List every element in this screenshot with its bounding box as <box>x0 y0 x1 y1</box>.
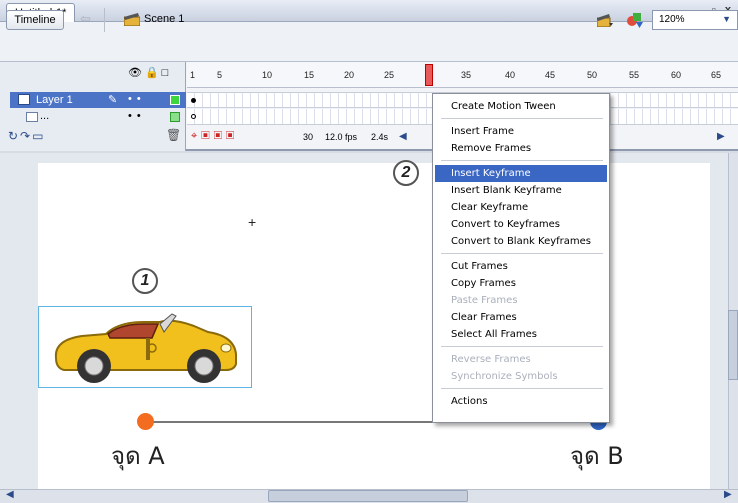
menu-item-remove-frames[interactable]: Remove Frames <box>435 140 607 157</box>
menu-item-convert-to-blank-keyframes[interactable]: Convert to Blank Keyframes <box>435 233 607 250</box>
add-layer-icons[interactable]: ↻↷▭ <box>8 129 45 143</box>
frame-context-menu: Create Motion Tween Insert Frame Remove Fr… <box>432 93 610 423</box>
point-a-label: จุด A <box>111 442 165 470</box>
layer-name: ... <box>40 110 50 122</box>
edit-scene-icon[interactable] <box>597 13 613 27</box>
menu-item-insert-frame[interactable]: Insert Frame <box>435 123 607 140</box>
layer-panel: 👁🔒□ Layer 1 ✎ •• ... •• ↻↷▭ 🗑 <box>0 62 186 151</box>
ruler-tick-label: 40 <box>505 70 516 80</box>
menu-item-synchronize-symbols: Synchronize Symbols <box>451 371 558 382</box>
scene-label[interactable]: Scene 1 <box>144 13 184 25</box>
chevron-down-icon: ▼ <box>722 14 731 24</box>
menu-item-actions[interactable]: Actions <box>435 393 607 410</box>
menu-item-paste-frames: Paste Frames <box>451 295 518 306</box>
menu-item-insert-keyframe[interactable]: Insert Keyframe <box>435 165 607 182</box>
registration-crosshair-icon: + <box>248 214 257 230</box>
layer-name: Layer 1 <box>36 94 73 106</box>
edit-symbols-icon[interactable] <box>626 11 644 29</box>
layer-icon <box>18 94 30 105</box>
step-callout-1: 1 <box>132 268 158 294</box>
menu-item-cut-frames[interactable]: Cut Frames <box>435 258 607 275</box>
scroll-right-icon[interactable]: ▶ <box>717 131 725 142</box>
scene-clapper-icon <box>124 13 140 26</box>
toolbar-divider <box>104 8 105 32</box>
ruler-tick-label: 45 <box>545 70 556 80</box>
menu-item-insert-blank-keyframe[interactable]: Insert Blank Keyframe <box>435 182 607 199</box>
layer-header-icons[interactable]: 👁🔒□ <box>128 66 171 79</box>
layer-visibility-dots[interactable]: •• <box>128 110 146 122</box>
frame-rate[interactable]: 12.0 fps <box>325 132 357 142</box>
menu-separator <box>441 118 603 119</box>
layer-row-layer-1[interactable]: Layer 1 ✎ •• <box>10 92 186 108</box>
blank-keyframe-marker[interactable] <box>191 114 196 119</box>
point-a-marker <box>137 413 154 430</box>
menu-separator <box>441 253 603 254</box>
menu-item-reverse-frames: Reverse Frames <box>451 354 531 365</box>
ruler-tick-label: 1 <box>190 70 196 80</box>
scroll-left-arrow-icon[interactable]: ◀ <box>6 489 14 500</box>
layer-visibility-dots[interactable]: •• <box>128 93 146 105</box>
layer-outline-color[interactable] <box>170 95 180 105</box>
scroll-right-arrow-icon[interactable]: ▶ <box>724 489 732 500</box>
menu-item-create-motion-tween[interactable]: Create Motion Tween <box>435 98 607 115</box>
ruler-tick-label: 35 <box>461 70 472 80</box>
layer-icon <box>26 112 38 122</box>
zoom-value: 120% <box>659 14 685 25</box>
ruler-tick-label: 20 <box>344 70 355 80</box>
frame-ruler[interactable]: 1 5 10 15 20 25 35 40 45 50 55 60 65 <box>187 62 738 88</box>
vertical-scroll-thumb[interactable] <box>728 310 738 380</box>
back-arrow-icon[interactable]: ⇦ <box>80 11 91 27</box>
step-callout-2: 2 <box>393 160 419 186</box>
car-graphic[interactable] <box>48 308 244 386</box>
zoom-select[interactable]: 120% ▼ <box>652 10 738 30</box>
ruler-tick-label: 15 <box>304 70 315 80</box>
menu-item-convert-to-keyframes[interactable]: Convert to Keyframes <box>435 216 607 233</box>
keyframe-marker[interactable] <box>191 98 196 103</box>
ruler-tick-label: 10 <box>262 70 273 80</box>
pencil-icon: ✎ <box>108 94 118 106</box>
ruler-tick-label: 55 <box>629 70 640 80</box>
menu-separator <box>441 160 603 161</box>
current-frame: 30 <box>303 132 314 142</box>
scroll-left-icon[interactable]: ◀ <box>399 131 407 142</box>
ruler-tick-label: 5 <box>217 70 223 80</box>
ruler-tick-label: 50 <box>587 70 598 80</box>
ruler-tick-label: 60 <box>671 70 682 80</box>
elapsed-time: 2.4s <box>371 132 389 142</box>
horizontal-scroll-thumb[interactable] <box>268 490 468 502</box>
layer-row-2[interactable]: ... •• <box>10 109 186 125</box>
ruler-tick-label: 65 <box>711 70 722 80</box>
menu-item-clear-frames[interactable]: Clear Frames <box>435 309 607 326</box>
menu-separator <box>441 388 603 389</box>
timeline-panel: 👁🔒□ Layer 1 ✎ •• ... •• ↻↷▭ 🗑 1 5 10 15 20 25… <box>0 62 738 151</box>
menu-item-clear-keyframe[interactable]: Clear Keyframe <box>435 199 607 216</box>
menu-separator <box>441 346 603 347</box>
playhead[interactable] <box>425 64 433 86</box>
trash-icon[interactable]: 🗑 <box>166 128 181 142</box>
ruler-tick-label: 25 <box>384 70 395 80</box>
menu-item-copy-frames[interactable]: Copy Frames <box>435 275 607 292</box>
layer-outline-color[interactable] <box>170 112 180 122</box>
timeline-toggle-button[interactable]: Timeline <box>6 10 64 30</box>
onion-skin-icons[interactable]: ⌖▣▣▣ <box>191 130 238 143</box>
point-b-label: จุด B <box>570 442 624 470</box>
menu-item-select-all-frames[interactable]: Select All Frames <box>435 326 607 343</box>
